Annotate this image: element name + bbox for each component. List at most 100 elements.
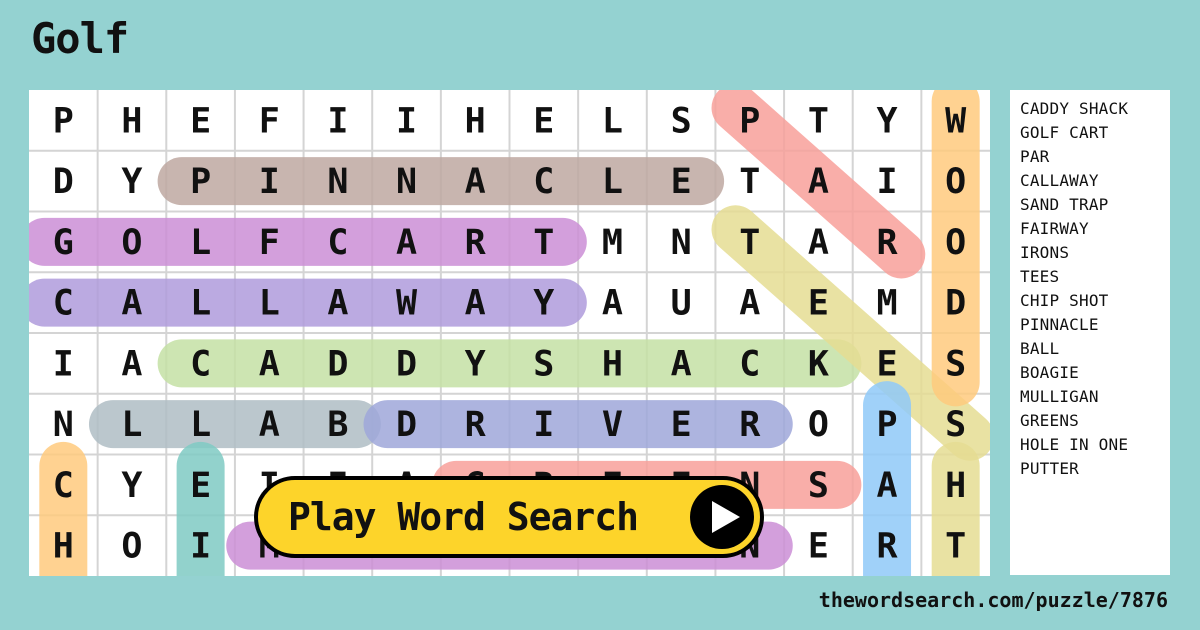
grid-cell-letter[interactable]: T bbox=[533, 223, 554, 263]
grid-cell-letter[interactable]: C bbox=[190, 344, 211, 384]
grid-cell-letter[interactable]: L bbox=[259, 284, 280, 324]
grid-cell-letter[interactable]: C bbox=[327, 223, 348, 263]
grid-cell-letter[interactable]: W bbox=[396, 284, 418, 324]
grid-cell-letter[interactable]: C bbox=[53, 284, 74, 324]
grid-cell-letter[interactable]: E bbox=[808, 284, 829, 324]
grid-cell-letter[interactable]: A bbox=[121, 284, 142, 324]
grid-cell-letter[interactable]: I bbox=[876, 162, 897, 202]
grid-cell-letter[interactable]: C bbox=[53, 466, 74, 506]
grid-cell-letter[interactable]: O bbox=[945, 162, 966, 202]
grid-cell-letter[interactable]: U bbox=[671, 284, 692, 324]
grid-cell-letter[interactable]: D bbox=[396, 405, 417, 445]
grid-cell-letter[interactable]: I bbox=[259, 162, 280, 202]
grid-cell-letter[interactable]: I bbox=[533, 405, 554, 445]
grid-cell-letter[interactable]: P bbox=[53, 101, 74, 141]
grid-cell-letter[interactable]: C bbox=[739, 344, 760, 384]
grid-cell-letter[interactable]: H bbox=[121, 101, 142, 141]
grid-cell-letter[interactable]: W bbox=[945, 101, 967, 141]
grid-cell-letter[interactable]: L bbox=[121, 405, 142, 445]
grid-cell-letter[interactable]: H bbox=[53, 527, 74, 567]
grid-cell-letter[interactable]: M bbox=[602, 223, 623, 263]
grid-cell-letter[interactable]: A bbox=[602, 284, 623, 324]
grid-cell-letter[interactable]: F bbox=[259, 101, 280, 141]
play-word-search-button[interactable]: Play Word Search bbox=[254, 476, 764, 558]
grid-cell-letter[interactable]: G bbox=[53, 223, 74, 263]
grid-cell-letter[interactable]: K bbox=[808, 344, 829, 384]
grid-cell-letter[interactable]: E bbox=[808, 527, 829, 567]
grid-cell-letter[interactable]: Y bbox=[876, 101, 897, 141]
grid-cell-letter[interactable]: C bbox=[533, 162, 554, 202]
grid-cell-letter[interactable]: Y bbox=[121, 466, 142, 506]
grid-cell-letter[interactable]: E bbox=[671, 162, 692, 202]
grid-cell-letter[interactable]: N bbox=[671, 223, 692, 263]
grid-cell-letter[interactable]: T bbox=[808, 101, 829, 141]
grid-cell-letter[interactable]: N bbox=[396, 162, 417, 202]
grid-cell-letter[interactable]: E bbox=[190, 101, 211, 141]
grid-cell-letter[interactable]: S bbox=[533, 344, 554, 384]
grid-cell-letter[interactable]: F bbox=[259, 223, 280, 263]
grid-cell-letter[interactable]: E bbox=[190, 466, 211, 506]
grid-cell-letter[interactable]: O bbox=[808, 405, 829, 445]
grid-cell-letter[interactable]: A bbox=[465, 162, 486, 202]
grid-cell-letter[interactable]: R bbox=[465, 223, 487, 263]
grid-cell-letter[interactable]: A bbox=[121, 344, 142, 384]
grid-cell-letter[interactable]: T bbox=[945, 527, 966, 567]
grid-cell-letter[interactable]: A bbox=[259, 344, 280, 384]
grid-cell-letter[interactable]: H bbox=[465, 101, 486, 141]
grid-cell-letter[interactable]: M bbox=[876, 284, 897, 324]
grid-cell-letter[interactable]: A bbox=[739, 284, 760, 324]
grid-cell-letter[interactable]: A bbox=[465, 284, 486, 324]
grid-cell-letter[interactable]: I bbox=[53, 344, 74, 384]
grid-cell-letter[interactable]: A bbox=[808, 162, 829, 202]
grid-cell-letter[interactable]: B bbox=[327, 405, 348, 445]
grid-cell-letter[interactable]: E bbox=[876, 344, 897, 384]
grid-cell-letter[interactable]: L bbox=[190, 405, 211, 445]
grid-cell-letter[interactable]: A bbox=[671, 344, 692, 384]
grid-cell-letter[interactable]: P bbox=[876, 405, 897, 445]
grid-cell-letter[interactable]: H bbox=[602, 344, 623, 384]
grid-cell-letter[interactable]: A bbox=[808, 223, 829, 263]
grid-cell-letter[interactable]: S bbox=[945, 405, 966, 445]
grid-cell-letter[interactable]: O bbox=[121, 527, 142, 567]
grid-cell-letter[interactable]: A bbox=[327, 284, 348, 324]
grid-cell-letter[interactable]: D bbox=[396, 344, 417, 384]
grid-cell-letter[interactable]: A bbox=[876, 466, 897, 506]
puzzle-url[interactable]: thewordsearch.com/puzzle/7876 bbox=[819, 588, 1168, 612]
grid-cell-letter[interactable]: N bbox=[53, 405, 74, 445]
grid-cell-letter[interactable]: P bbox=[190, 162, 211, 202]
grid-cell-letter[interactable]: Y bbox=[465, 344, 486, 384]
grid-cell-letter[interactable]: I bbox=[327, 101, 348, 141]
grid-cell-letter[interactable]: L bbox=[602, 162, 623, 202]
grid-cell-letter[interactable]: Y bbox=[533, 284, 554, 324]
grid-cell-letter[interactable]: T bbox=[739, 162, 760, 202]
grid-cell-letter[interactable]: R bbox=[465, 405, 487, 445]
grid-cell-letter[interactable]: D bbox=[53, 162, 74, 202]
grid-cell-letter[interactable]: R bbox=[876, 223, 898, 263]
word-list-item: BOAGIE bbox=[1020, 363, 1079, 382]
grid-cell-letter[interactable]: Y bbox=[121, 162, 142, 202]
grid-cell-letter[interactable]: R bbox=[876, 527, 898, 567]
grid-cell-letter[interactable]: L bbox=[602, 101, 623, 141]
grid-cell-letter[interactable]: D bbox=[945, 284, 966, 324]
grid-cell-letter[interactable]: L bbox=[190, 223, 211, 263]
grid-cell-letter[interactable]: V bbox=[602, 405, 623, 445]
play-button-label: Play Word Search bbox=[288, 495, 639, 539]
grid-cell-letter[interactable]: O bbox=[121, 223, 142, 263]
grid-cell-letter[interactable]: N bbox=[327, 162, 348, 202]
grid-cell-letter[interactable]: S bbox=[945, 344, 966, 384]
grid-cell-letter[interactable]: H bbox=[945, 466, 966, 506]
grid-cell-letter[interactable]: E bbox=[671, 405, 692, 445]
grid-cell-letter[interactable]: T bbox=[739, 223, 760, 263]
grid-cell-letter[interactable]: A bbox=[396, 223, 417, 263]
grid-cell-letter[interactable]: A bbox=[259, 405, 280, 445]
grid-cell-letter[interactable]: I bbox=[396, 101, 417, 141]
grid-cell-letter[interactable]: I bbox=[190, 527, 211, 567]
grid-cell-letter[interactable]: S bbox=[808, 466, 829, 506]
grid-cell-letter[interactable]: E bbox=[533, 101, 554, 141]
grid-cell-letter[interactable]: S bbox=[671, 101, 692, 141]
grid-cell-letter[interactable]: O bbox=[945, 223, 966, 263]
grid-cell-letter[interactable]: P bbox=[739, 101, 760, 141]
grid-cell-letter[interactable]: L bbox=[190, 284, 211, 324]
grid-cell-letter[interactable]: R bbox=[739, 405, 761, 445]
grid-cell-letter[interactable]: D bbox=[327, 344, 348, 384]
